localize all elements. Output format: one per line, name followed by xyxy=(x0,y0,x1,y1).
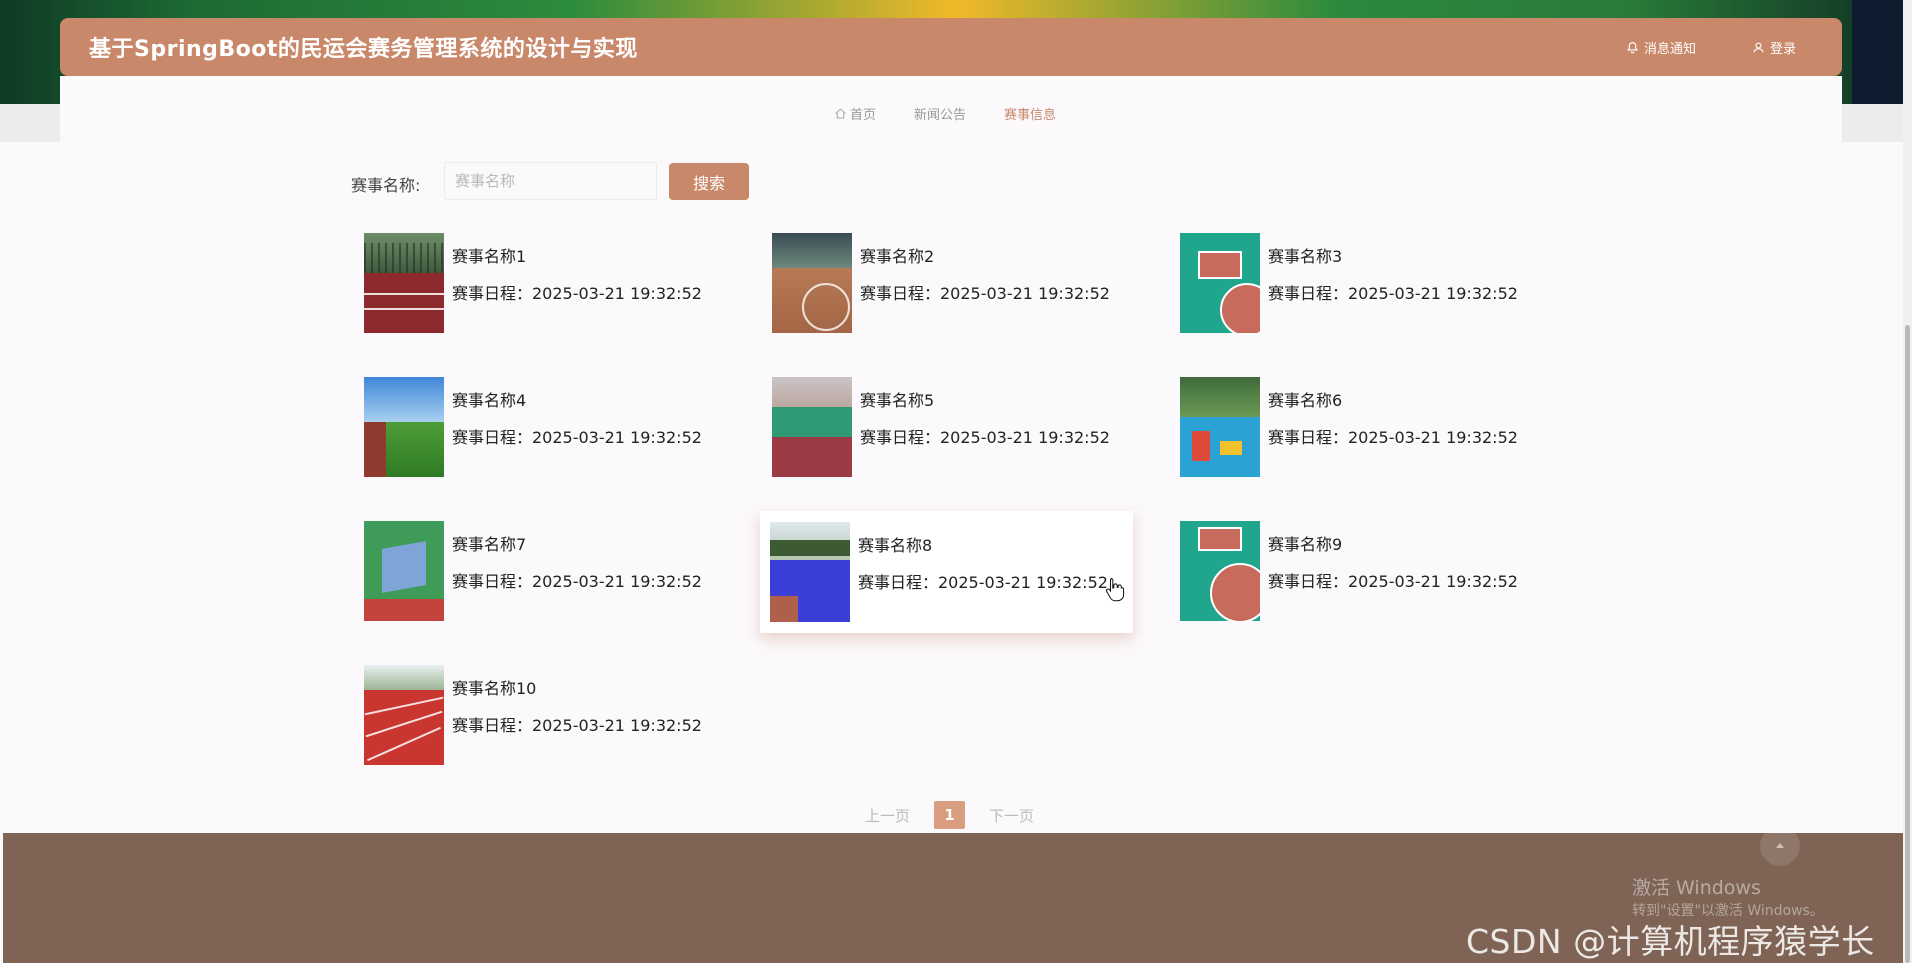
event-schedule: 赛事日程：2025-03-21 19:32:52 xyxy=(1268,284,1518,303)
notification-button[interactable]: 消息通知 xyxy=(1626,38,1696,57)
login-button[interactable]: 登录 xyxy=(1752,38,1796,57)
event-thumbnail xyxy=(364,665,444,765)
event-schedule: 赛事日程：2025-03-21 19:32:52 xyxy=(452,716,702,735)
bottom-strip xyxy=(0,963,1912,970)
search-button[interactable]: 搜索 xyxy=(669,163,749,200)
hand-cursor-icon xyxy=(1106,578,1125,602)
event-name: 赛事名称1 xyxy=(452,247,527,266)
user-icon xyxy=(1753,41,1764,53)
event-name: 赛事名称3 xyxy=(1268,247,1343,266)
home-icon xyxy=(835,108,846,119)
scrollbar-thumb[interactable] xyxy=(1905,325,1910,963)
event-schedule: 赛事日程：2025-03-21 19:32:52 xyxy=(858,573,1108,592)
nav-item-home[interactable]: 首页 xyxy=(834,104,876,123)
csdn-watermark: CSDN @计算机程序猿学长 xyxy=(1466,922,1875,961)
event-name: 赛事名称8 xyxy=(858,536,933,555)
event-schedule: 赛事日程：2025-03-21 19:32:52 xyxy=(860,428,1110,447)
event-card[interactable]: 赛事名称3 赛事日程：2025-03-21 19:32:52 xyxy=(1170,222,1543,344)
event-name: 赛事名称2 xyxy=(860,247,935,266)
main-nav: 首页 新闻公告 赛事信息 xyxy=(834,104,1056,123)
header-actions: 消息通知 登录 xyxy=(1626,38,1796,57)
event-name: 赛事名称4 xyxy=(452,391,527,410)
event-thumbnail xyxy=(364,233,444,333)
event-thumbnail xyxy=(770,522,850,622)
prev-page-button[interactable]: 上一页 xyxy=(865,805,910,826)
event-name: 赛事名称5 xyxy=(860,391,935,410)
event-schedule: 赛事日程：2025-03-21 19:32:52 xyxy=(1268,428,1518,447)
event-thumbnail xyxy=(364,377,444,477)
event-schedule: 赛事日程：2025-03-21 19:32:52 xyxy=(860,284,1110,303)
search-label: 赛事名称: xyxy=(351,176,421,195)
windows-activation-title: 激活 Windows xyxy=(1632,877,1761,899)
event-card[interactable]: 赛事名称7 赛事日程：2025-03-21 19:32:52 xyxy=(354,510,727,632)
event-thumbnail xyxy=(1180,377,1260,477)
event-card[interactable]: 赛事名称10 赛事日程：2025-03-21 19:32:52 xyxy=(354,654,727,776)
event-name: 赛事名称9 xyxy=(1268,535,1343,554)
event-schedule: 赛事日程：2025-03-21 19:32:52 xyxy=(452,572,702,591)
nav-item-events[interactable]: 赛事信息 xyxy=(1004,104,1056,123)
event-card[interactable]: 赛事名称5 赛事日程：2025-03-21 19:32:52 xyxy=(762,366,1135,488)
nav-label-news: 新闻公告 xyxy=(914,108,967,123)
event-schedule: 赛事日程：2025-03-21 19:32:52 xyxy=(452,428,702,447)
event-card[interactable]: 赛事名称1 赛事日程：2025-03-21 19:32:52 xyxy=(354,222,727,344)
event-thumbnail xyxy=(772,233,852,333)
event-card[interactable]: 赛事名称2 赛事日程：2025-03-21 19:32:52 xyxy=(762,222,1135,344)
event-thumbnail xyxy=(1180,521,1260,621)
event-schedule: 赛事日程：2025-03-21 19:32:52 xyxy=(452,284,702,303)
event-card[interactable]: 赛事名称9 赛事日程：2025-03-21 19:32:52 xyxy=(1170,510,1543,632)
app-title: 基于SpringBoot的民运会赛务管理系统的设计与实现 xyxy=(89,37,638,62)
event-name: 赛事名称6 xyxy=(1268,391,1343,410)
bell-icon xyxy=(1626,41,1639,53)
nav-panel: 首页 新闻公告 赛事信息 xyxy=(60,76,1842,142)
event-card-hovered[interactable]: 赛事名称8 赛事日程：2025-03-21 19:32:52 xyxy=(760,511,1133,633)
page-number-button[interactable]: 1 xyxy=(934,801,966,829)
event-thumbnail xyxy=(364,521,444,621)
event-schedule: 赛事日程：2025-03-21 19:32:52 xyxy=(1268,572,1518,591)
event-thumbnail xyxy=(1180,233,1260,333)
pagination: 上一页 1 下一页 xyxy=(865,801,1034,829)
login-label: 登录 xyxy=(1769,41,1796,57)
nav-label-events: 赛事信息 xyxy=(1004,108,1057,123)
search-input[interactable] xyxy=(444,162,657,200)
event-card[interactable]: 赛事名称6 赛事日程：2025-03-21 19:32:52 xyxy=(1170,366,1543,488)
arrow-up-icon xyxy=(1776,843,1784,848)
event-card[interactable]: 赛事名称4 赛事日程：2025-03-21 19:32:52 xyxy=(354,366,727,488)
nav-label-home: 首页 xyxy=(850,108,877,123)
event-thumbnail xyxy=(772,377,852,477)
notification-label: 消息通知 xyxy=(1643,41,1696,57)
nav-item-news[interactable]: 新闻公告 xyxy=(914,104,966,123)
header-bar: 基于SpringBoot的民运会赛务管理系统的设计与实现 消息通知 登录 xyxy=(60,18,1842,76)
event-name: 赛事名称10 xyxy=(452,679,537,698)
back-to-top-button[interactable] xyxy=(1760,826,1800,866)
event-name: 赛事名称7 xyxy=(452,535,527,554)
next-page-button[interactable]: 下一页 xyxy=(989,805,1034,826)
